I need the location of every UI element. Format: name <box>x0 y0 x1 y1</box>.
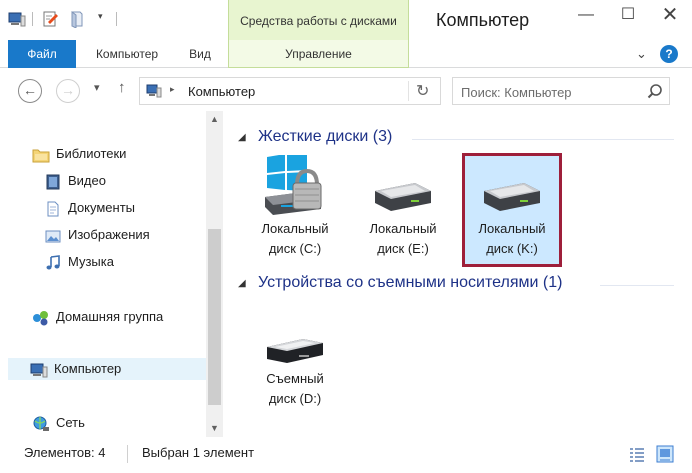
sidebar-item-label: Музыка <box>68 254 114 269</box>
pictures-library-icon <box>45 230 61 243</box>
breadcrumb-computer[interactable]: Компьютер <box>188 84 255 99</box>
collapse-group-icon[interactable]: ◢ <box>238 132 246 143</box>
status-divider <box>127 445 128 463</box>
hard-drive-icon <box>484 183 540 211</box>
back-button[interactable]: ← <box>18 79 42 103</box>
group-title: Устройства со съемными носителями (1) <box>258 274 563 291</box>
group-title: Жесткие диски (3) <box>258 128 393 145</box>
scroll-down-icon[interactable]: ▼ <box>206 420 223 437</box>
sidebar-item-libraries[interactable]: Библиотеки <box>32 143 126 165</box>
tab-manage[interactable]: Управление <box>228 40 409 68</box>
quick-access-dropdown-icon[interactable]: ▾ <box>98 11 103 22</box>
sidebar-item-music[interactable]: Музыка <box>44 251 114 273</box>
tab-view[interactable]: Вид <box>178 40 222 68</box>
sidebar-item-label: Компьютер <box>54 361 122 376</box>
libraries-icon <box>32 149 50 163</box>
item-count: Элементов: 4 <box>24 445 106 460</box>
toolbar-separator <box>32 12 33 26</box>
sidebar-item-video[interactable]: Видео <box>44 170 106 192</box>
new-folder-icon[interactable] <box>68 10 86 28</box>
sidebar-item-label: Документы <box>68 200 136 215</box>
drive-label: Съемный <box>266 371 324 386</box>
sidebar-item-documents[interactable]: Документы <box>44 197 135 219</box>
search-icon[interactable] <box>647 83 663 99</box>
breadcrumb-separator-icon[interactable]: ▸ <box>170 84 175 95</box>
forward-button[interactable]: → <box>56 79 80 103</box>
homegroup-icon <box>33 310 48 326</box>
drive-label: Локальный <box>478 221 546 236</box>
drive-d-tile[interactable]: Съемный диск (D:) <box>246 317 344 431</box>
computer-icon[interactable] <box>8 10 26 28</box>
context-group-label: Средства работы с дисками <box>240 14 397 28</box>
sidebar-item-label: Сеть <box>56 415 85 430</box>
sidebar-item-pictures[interactable]: Изображения <box>44 224 150 246</box>
sidebar-item-label: Библиотеки <box>56 146 127 161</box>
sidebar-item-network[interactable]: Сеть <box>32 412 85 434</box>
properties-icon[interactable] <box>42 10 60 28</box>
group-divider <box>600 285 674 286</box>
large-icons-view-icon[interactable] <box>656 445 674 463</box>
documents-library-icon <box>47 201 59 217</box>
group-divider <box>412 139 674 140</box>
disk-tools-context-header: Средства работы с дисками <box>228 0 409 40</box>
scroll-up-icon[interactable]: ▲ <box>206 111 223 128</box>
minimize-button[interactable]: — <box>566 0 606 30</box>
window-title: Компьютер <box>436 10 530 30</box>
computer-icon <box>146 84 162 98</box>
hard-drive-icon <box>375 183 431 211</box>
toolbar-separator <box>116 12 117 26</box>
selection-count: Выбран 1 элемент <box>142 445 255 460</box>
help-icon[interactable]: ? <box>660 45 678 63</box>
navigation-bar: ← → ▾ ↑ ▸ Компьютер ↻ <box>0 69 692 111</box>
drive-label: диск (C:) <box>268 241 322 256</box>
details-view-icon[interactable] <box>628 445 646 463</box>
sidebar-item-label: Видео <box>68 173 106 188</box>
content-area: ◢ Жесткие диски (3) Локальный диск (C:) … <box>224 111 692 437</box>
computer-icon <box>30 363 48 378</box>
address-bar[interactable]: ▸ Компьютер ↻ <box>139 77 441 105</box>
navigation-pane: Библиотеки Видео Документы Изображения М… <box>0 111 222 437</box>
maximize-button[interactable]: ☐ <box>608 0 648 30</box>
tab-computer[interactable]: Компьютер <box>82 40 172 68</box>
drive-c-tile[interactable]: Локальный диск (C:) <box>246 153 344 267</box>
search-input[interactable] <box>461 83 639 101</box>
network-icon <box>33 416 49 431</box>
sidebar-item-homegroup[interactable]: Домашняя группа <box>32 306 163 328</box>
sidebar-item-computer[interactable]: Компьютер <box>8 358 206 380</box>
drive-k-tile[interactable]: Локальный диск (K:) <box>462 153 562 267</box>
collapse-group-icon[interactable]: ◢ <box>238 278 246 289</box>
drive-label: диск (E:) <box>377 241 429 256</box>
drive-label: диск (D:) <box>268 391 322 406</box>
search-box[interactable] <box>452 77 670 105</box>
tab-file[interactable]: Файл <box>8 40 76 68</box>
address-divider <box>408 81 409 101</box>
title-bar: ▾ Средства работы с дисками Компьютер — … <box>0 0 692 40</box>
scroll-thumb[interactable] <box>208 229 221 405</box>
drive-label: Локальный <box>369 221 437 236</box>
up-button[interactable]: ↑ <box>118 79 126 96</box>
expand-ribbon-icon[interactable]: ⌄ <box>636 46 647 62</box>
system-drive-icon <box>265 155 322 215</box>
ribbon-tabs: Файл Компьютер Вид Управление ⌄ ? <box>0 40 692 68</box>
removable-drive-icon <box>267 339 323 363</box>
status-bar: Элементов: 4 Выбран 1 элемент <box>0 437 692 473</box>
video-library-icon <box>46 174 60 190</box>
music-library-icon <box>46 254 60 270</box>
drive-e-tile[interactable]: Локальный диск (E:) <box>354 153 452 267</box>
navigation-pane-scrollbar[interactable]: ▲ ▼ <box>206 111 223 437</box>
recent-locations-icon[interactable]: ▾ <box>94 81 100 94</box>
drive-label: диск (K:) <box>486 241 538 256</box>
drive-label: Локальный <box>261 221 329 236</box>
refresh-icon[interactable]: ↻ <box>416 81 429 101</box>
sidebar-item-label: Домашняя группа <box>56 309 164 324</box>
close-button[interactable]: ✕ <box>650 0 690 30</box>
sidebar-item-label: Изображения <box>68 227 150 242</box>
